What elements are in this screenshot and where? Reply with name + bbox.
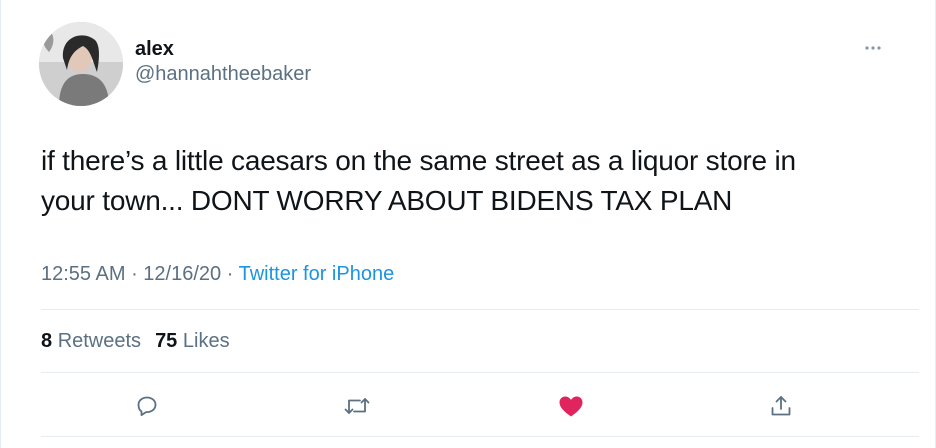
tweet-time[interactable]: 12:55 AM (41, 263, 126, 285)
retweet-icon[interactable] (343, 392, 371, 420)
likes-label: Likes (182, 330, 230, 352)
author-names: alex @hannahtheebaker (135, 37, 311, 87)
tweet-source-link[interactable]: Twitter for iPhone (239, 263, 395, 285)
divider (41, 372, 919, 373)
tweet-actions (41, 386, 919, 426)
heart-icon[interactable] (557, 392, 585, 420)
tweet-date[interactable]: 12/16/20 (143, 263, 221, 285)
display-name[interactable]: alex (135, 37, 311, 61)
tweet-text-line: your town... DONT WORRY ABOUT BIDENS TAX… (41, 185, 733, 216)
retweets-label: Retweets (57, 330, 142, 352)
divider (41, 309, 919, 310)
user-handle[interactable]: @hannahtheebaker (135, 61, 311, 87)
tweet-text: if there’s a little caesars on the same … (41, 141, 901, 221)
tweet-card: alex @hannahtheebaker if there’s a littl… (0, 0, 936, 448)
avatar-photo (39, 22, 123, 106)
more-horizontal-icon[interactable] (863, 38, 883, 58)
reply-icon[interactable] (133, 392, 161, 420)
retweets-count: 8 (41, 330, 53, 352)
meta-separator: · (226, 263, 239, 285)
retweets-stat[interactable]: 8 Retweets (41, 325, 141, 357)
tweet-meta: 12:55 AM · 12/16/20 · Twitter for iPhone (41, 258, 394, 290)
likes-count: 75 (155, 330, 178, 352)
avatar[interactable] (39, 22, 123, 106)
share-icon[interactable] (767, 392, 795, 420)
meta-separator: · (131, 263, 144, 285)
divider (41, 436, 919, 437)
tweet-header: alex @hannahtheebaker (39, 22, 311, 106)
likes-stat[interactable]: 75 Likes (155, 325, 230, 357)
tweet-text-line: if there’s a little caesars on the same … (41, 145, 796, 176)
tweet-stats: 8 Retweets 75 Likes (41, 325, 230, 357)
